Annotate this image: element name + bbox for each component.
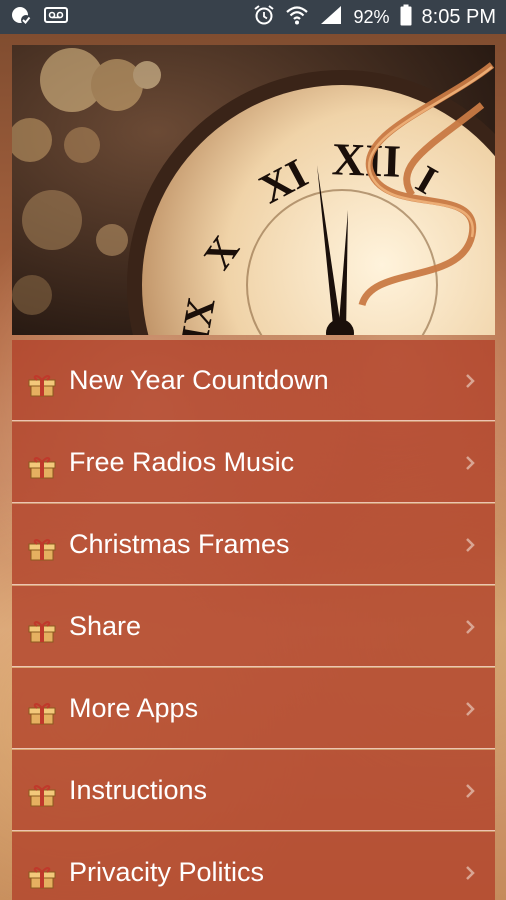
chevron-right-icon	[465, 701, 475, 722]
menu-item-privacity-politics[interactable]: Privacity Politics	[12, 832, 495, 900]
new-year-clock-image: XII XI X IX I	[12, 45, 495, 335]
chevron-right-icon	[465, 373, 475, 394]
menu-item-new-year-countdown[interactable]: New Year Countdown	[12, 340, 495, 421]
menu-item-label: Share	[69, 611, 142, 641]
main-menu: New Year Countdown Free Radios Music Chr…	[12, 340, 495, 900]
menu-item-label: New Year Countdown	[69, 365, 329, 395]
menu-item-label: Free Radios Music	[69, 447, 295, 477]
gift-icon	[28, 537, 56, 566]
chevron-right-icon	[465, 783, 475, 804]
gift-icon	[28, 783, 56, 812]
battery-icon	[400, 4, 412, 31]
voicemail-icon	[44, 6, 68, 29]
alarm-icon	[253, 4, 275, 31]
chevron-right-icon	[465, 619, 475, 640]
menu-item-christmas-frames[interactable]: Christmas Frames	[12, 504, 495, 585]
clock-time: 8:05 PM	[421, 5, 496, 28]
battery-percent: 92%	[353, 6, 390, 27]
status-bar: 92% 8:05 PM	[0, 0, 506, 34]
chevron-right-icon	[465, 865, 475, 886]
menu-item-share[interactable]: Share	[12, 586, 495, 667]
chevron-right-icon	[465, 537, 475, 558]
chevron-right-icon	[465, 455, 475, 476]
gift-icon	[28, 865, 56, 894]
menu-item-label: Privacity Politics	[69, 857, 265, 887]
gift-icon	[28, 619, 56, 648]
menu-item-label: Instructions	[69, 775, 208, 805]
menu-item-label: More Apps	[69, 693, 199, 723]
notification-icon	[10, 4, 32, 31]
menu-item-free-radios-music[interactable]: Free Radios Music	[12, 422, 495, 503]
gift-icon	[28, 373, 56, 402]
menu-item-label: Christmas Frames	[69, 529, 290, 559]
signal-icon	[319, 4, 343, 31]
wifi-icon	[285, 4, 309, 31]
gift-icon	[28, 455, 56, 484]
menu-item-more-apps[interactable]: More Apps	[12, 668, 495, 749]
menu-item-instructions[interactable]: Instructions	[12, 750, 495, 831]
gift-icon	[28, 701, 56, 730]
